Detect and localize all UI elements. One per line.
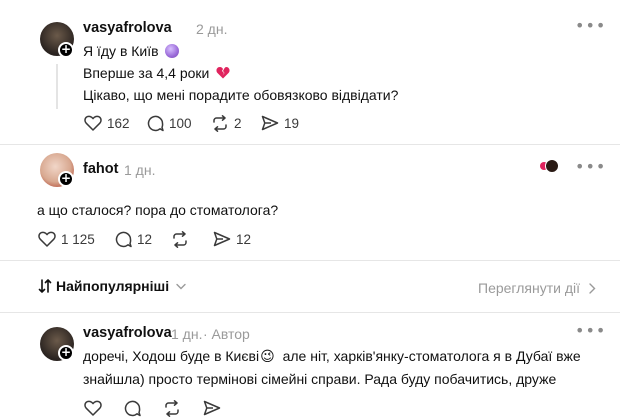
reply-text: а що сталося? пора до стоматолога? — [37, 202, 279, 218]
repost-icon — [165, 400, 179, 417]
share-button[interactable] — [203, 400, 221, 416]
reaction-badge-icon[interactable] — [540, 159, 560, 175]
comment-icon — [115, 231, 132, 248]
post-line-2: Вперше за 4,4 роки — [83, 65, 230, 81]
post-line-2-text: Вперше за 4,4 роки — [83, 65, 210, 81]
like-count: 1 125 — [61, 231, 95, 247]
share-count: 19 — [284, 115, 300, 131]
crystal-ball-icon — [165, 44, 180, 58]
main-post: + vasyafrolova 2 дн. ••• Я їду в Київ Вп… — [0, 0, 620, 145]
more-options-icon[interactable]: ••• — [575, 321, 606, 340]
reply-post-2: + vasyafrolova 1 дн. · Автор ••• доречі,… — [0, 313, 620, 419]
reply-count: 100 — [169, 116, 192, 131]
follow-plus-icon[interactable]: + — [58, 345, 74, 361]
heart-icon — [84, 400, 102, 416]
like-count: 162 — [107, 115, 130, 131]
reply-line-2: знайшла) просто термінові сімейні справи… — [83, 371, 557, 387]
send-icon — [213, 231, 231, 247]
like-button[interactable]: 1 125 — [38, 231, 95, 247]
post-line-1: Я їду в Київ — [83, 43, 180, 59]
heart-icon — [38, 231, 56, 247]
reply-username[interactable]: vasyafrolova — [83, 325, 172, 341]
post-username[interactable]: vasyafrolova — [83, 20, 172, 36]
view-activity-link[interactable]: Переглянути дії — [478, 280, 596, 296]
post-line-1-text: Я їду в Київ — [83, 43, 159, 59]
reply-time[interactable]: 1 дн. — [124, 162, 155, 178]
share-button[interactable]: 19 — [261, 115, 299, 131]
thread-line — [56, 64, 58, 109]
post-line-3: Цікаво, що мені порадите обовязково відв… — [83, 87, 399, 103]
sort-arrows-icon — [38, 279, 52, 293]
repost-button[interactable]: 2 — [211, 115, 242, 132]
share-button[interactable]: 12 — [213, 231, 251, 247]
broken-heart-icon — [216, 65, 230, 81]
like-button[interactable] — [84, 400, 102, 416]
reply-time[interactable]: 1 дн. — [171, 326, 202, 342]
sort-dropdown[interactable]: Найпопулярніші — [38, 278, 186, 294]
comment-icon — [147, 115, 164, 132]
follow-plus-icon[interactable]: + — [58, 42, 74, 58]
reply-button[interactable]: 12 — [115, 231, 152, 248]
comment-icon — [124, 400, 141, 417]
reply-count: 12 — [137, 232, 153, 247]
reply-post-1: + fahot 1 дн. ••• а що сталося? пора до … — [0, 145, 620, 260]
repost-button[interactable] — [163, 400, 181, 417]
reply-username[interactable]: fahot — [83, 161, 118, 177]
reply-line-1: доречі, Ходош буде в Києві😉 але ніт, хар… — [83, 348, 581, 365]
reply-button[interactable] — [124, 400, 141, 417]
author-badge: · Автор — [203, 326, 250, 342]
reply-line-1a: доречі, Ходош буде в Києві — [83, 348, 260, 364]
chevron-right-icon — [589, 283, 596, 294]
more-options-icon[interactable]: ••• — [575, 157, 606, 176]
chevron-down-icon — [176, 279, 186, 293]
heart-icon — [84, 115, 102, 131]
view-activity-label: Переглянути дії — [478, 280, 580, 296]
reply-button[interactable]: 100 — [147, 115, 192, 132]
reply-line-1b: але ніт, харків'янку-стоматолога я в Дуб… — [282, 348, 581, 364]
like-button[interactable]: 162 — [84, 115, 130, 131]
repost-button[interactable] — [171, 231, 189, 248]
send-icon — [203, 400, 221, 416]
send-icon — [261, 115, 279, 131]
more-options-icon[interactable]: ••• — [575, 16, 606, 35]
repost-count: 2 — [234, 116, 242, 131]
repost-icon — [173, 231, 187, 248]
post-time[interactable]: 2 дн. — [196, 21, 227, 37]
follow-plus-icon[interactable]: + — [58, 171, 74, 187]
divider — [0, 260, 620, 261]
share-count: 12 — [236, 231, 252, 247]
sort-label: Найпопулярніші — [56, 278, 170, 294]
repost-icon — [213, 115, 227, 132]
winking-face-icon: 😉 — [260, 348, 275, 364]
